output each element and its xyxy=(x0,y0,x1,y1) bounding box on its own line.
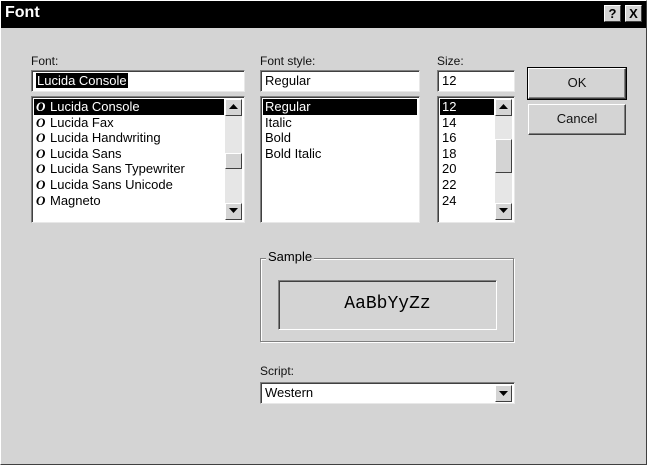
font-list-item-label: Lucida Sans Unicode xyxy=(50,176,173,192)
font-list-item[interactable]: O Lucida Console xyxy=(34,99,224,115)
style-list-item[interactable]: Regular xyxy=(263,99,417,115)
size-list-item[interactable]: 14 xyxy=(440,115,494,131)
size-list-item-label: 22 xyxy=(442,176,457,192)
font-list-item[interactable]: O Lucida Sans Unicode xyxy=(34,177,224,193)
font-list-item-label: Lucida Handwriting xyxy=(50,130,161,146)
help-icon: ? xyxy=(608,6,617,21)
script-value: Western xyxy=(265,385,314,400)
font-label: Font: xyxy=(31,54,59,68)
truetype-font-icon: O xyxy=(36,161,46,177)
truetype-font-icon: O xyxy=(36,99,46,114)
size-list-item-label: 24 xyxy=(442,192,457,208)
dialog-title: Font xyxy=(5,4,40,21)
arrow-up-icon xyxy=(499,104,508,109)
size-list-item-label: 12 xyxy=(442,99,457,114)
script-dropdown-button[interactable] xyxy=(495,385,512,402)
style-list-item[interactable]: Italic xyxy=(263,115,417,131)
size-label: Size: xyxy=(437,54,464,68)
size-input[interactable]: 12 xyxy=(437,70,515,92)
size-list-item-label: 16 xyxy=(442,130,457,146)
font-style-label: Font style: xyxy=(260,54,316,68)
font-list-item-label: Lucida Sans Typewriter xyxy=(50,161,185,177)
close-button[interactable]: X xyxy=(625,5,642,22)
font-list-item[interactable]: O Lucida Sans Typewriter xyxy=(34,161,224,177)
chevron-down-icon xyxy=(499,391,508,396)
size-scroll-down-button[interactable] xyxy=(495,203,512,220)
font-list-item[interactable]: O Lucida Handwriting xyxy=(34,130,224,146)
script-label: Script: xyxy=(260,364,295,378)
cancel-button[interactable]: Cancel xyxy=(528,104,626,135)
size-list-item[interactable]: 16 xyxy=(440,130,494,146)
truetype-font-icon: O xyxy=(36,130,46,146)
font-list-item-label: Lucida Sans xyxy=(50,145,122,161)
font-dialog: Font ? X Font: Lucida Console O Lucida Co… xyxy=(0,0,647,465)
size-list-item[interactable]: 18 xyxy=(440,146,494,162)
font-style-list[interactable]: Regular Italic Bold Bold Italic xyxy=(260,96,420,223)
truetype-font-icon: O xyxy=(36,145,46,161)
size-list-item-label: 14 xyxy=(442,114,457,130)
title-bar[interactable]: Font ? X xyxy=(1,1,646,28)
font-list-item[interactable]: O Lucida Fax xyxy=(34,115,224,131)
truetype-font-icon: O xyxy=(36,176,46,192)
style-list-item-label: Bold Italic xyxy=(265,145,322,161)
sample-group-title: Sample xyxy=(266,249,315,264)
size-list-item[interactable]: 20 xyxy=(440,161,494,177)
arrow-down-icon xyxy=(499,208,508,213)
size-list-scrollbar[interactable] xyxy=(495,99,512,220)
font-style-value: Regular xyxy=(265,73,311,88)
ok-button[interactable]: OK xyxy=(527,67,627,100)
size-list-item[interactable]: 24 xyxy=(440,193,494,209)
style-list-item-label: Bold xyxy=(265,130,292,146)
size-list-item[interactable]: 22 xyxy=(440,177,494,193)
size-list-item-label: 20 xyxy=(442,161,457,177)
font-list-item-label: Lucida Fax xyxy=(50,114,114,130)
font-style-input[interactable]: Regular xyxy=(260,70,420,92)
truetype-font-icon: O xyxy=(36,114,46,130)
style-list-item-label: Italic xyxy=(265,114,292,130)
script-select[interactable]: Western xyxy=(260,382,515,404)
size-scroll-up-button[interactable] xyxy=(495,99,512,116)
font-scroll-thumb[interactable] xyxy=(225,153,242,169)
size-list[interactable]: 12 14 16 18 20 22 24 xyxy=(437,96,515,223)
style-list-item[interactable]: Bold xyxy=(263,130,417,146)
truetype-font-icon: O xyxy=(36,192,46,208)
font-scroll-down-button[interactable] xyxy=(225,203,242,220)
help-button[interactable]: ? xyxy=(604,5,621,22)
font-name-value: Lucida Console xyxy=(36,73,128,88)
sample-preview: AaBbYyZz xyxy=(278,280,497,330)
close-icon: X xyxy=(629,6,638,21)
size-scroll-thumb[interactable] xyxy=(495,139,512,173)
arrow-up-icon xyxy=(229,104,238,109)
font-list-item[interactable]: O Magneto xyxy=(34,193,224,209)
size-list-item-label: 18 xyxy=(442,145,457,161)
size-list-item[interactable]: 12 xyxy=(440,99,494,115)
font-list-item-label: Magneto xyxy=(50,192,101,208)
style-list-item-label: Regular xyxy=(265,99,311,114)
font-list-item-label: Lucida Console xyxy=(50,99,140,114)
arrow-down-icon xyxy=(229,208,238,213)
size-value: 12 xyxy=(442,73,457,88)
font-scroll-up-button[interactable] xyxy=(225,99,242,116)
font-list[interactable]: O Lucida Console O Lucida Fax O Lucida Handwr… xyxy=(31,96,245,223)
font-list-item[interactable]: O Lucida Sans xyxy=(34,146,224,162)
style-list-item[interactable]: Bold Italic xyxy=(263,146,417,162)
font-list-scrollbar[interactable] xyxy=(225,99,242,220)
font-name-input[interactable]: Lucida Console xyxy=(31,70,245,92)
